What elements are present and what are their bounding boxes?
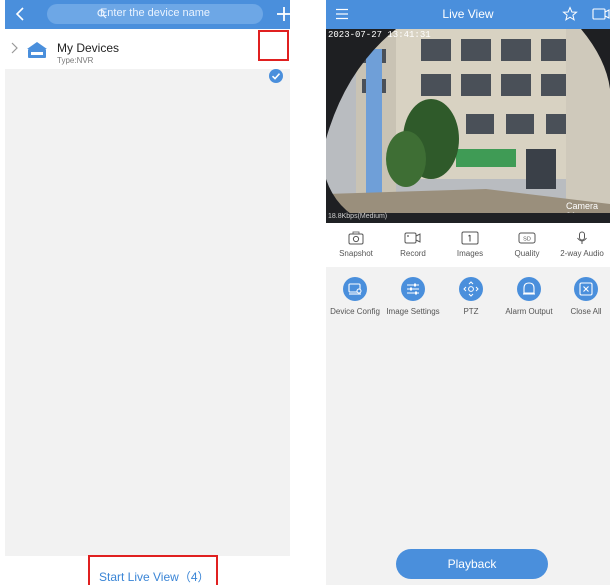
top-bar: Live View xyxy=(326,0,610,29)
images-button[interactable]: Images xyxy=(442,231,498,258)
images-icon xyxy=(461,231,479,245)
sd-quality-icon: SD xyxy=(518,232,536,244)
sliders-icon xyxy=(407,283,419,295)
select-check-icon[interactable] xyxy=(269,69,283,83)
search-input[interactable]: Enter the device name xyxy=(47,4,263,24)
image-settings-label: Image Settings xyxy=(386,307,440,316)
highlight-box-select xyxy=(258,30,289,61)
snapshot-label: Snapshot xyxy=(339,249,373,258)
playback-button[interactable]: Playback xyxy=(396,549,548,579)
camera-switch-icon[interactable] xyxy=(592,6,610,22)
chevron-right-icon[interactable] xyxy=(9,42,19,54)
bitrate-bar: 18.8Kbps(Medium) xyxy=(326,213,610,223)
ptz-label: PTZ xyxy=(463,307,479,316)
nvr-device-icon xyxy=(27,42,47,58)
snapshot-button[interactable]: Snapshot xyxy=(328,231,384,258)
alarm-output-label: Alarm Output xyxy=(505,307,553,316)
alarm-output-button[interactable]: Alarm Output xyxy=(500,277,558,316)
alarm-bell-icon xyxy=(523,282,535,295)
device-list-screen: Enter the device name My Devices Type:NV… xyxy=(5,0,293,585)
function-row: Device Config Image Settings PTZ Alarm O… xyxy=(326,277,610,327)
start-live-view-button[interactable]: Start Live View（4） xyxy=(99,568,210,585)
close-all-icon xyxy=(579,282,593,296)
quality-label: Quality xyxy=(514,249,540,258)
device-config-icon xyxy=(348,283,362,295)
back-arrow-icon[interactable] xyxy=(13,6,29,22)
search-placeholder: Enter the device name xyxy=(99,7,211,19)
add-device-icon[interactable] xyxy=(275,5,293,23)
two-way-audio-button[interactable]: 2-way Audio xyxy=(554,231,610,258)
live-view-screen: Live View 2023-07-27 13:41:31 Camera 18.… xyxy=(326,0,610,585)
images-label: Images xyxy=(456,249,484,258)
video-record-icon xyxy=(404,232,421,244)
camera-scene-image xyxy=(326,29,610,223)
two-way-audio-label: 2-way Audio xyxy=(560,249,604,258)
image-settings-button[interactable]: Image Settings xyxy=(384,277,442,316)
top-bar: Enter the device name xyxy=(5,0,293,29)
device-group-row[interactable]: My Devices Type:NVR xyxy=(5,29,290,83)
ptz-button[interactable]: PTZ xyxy=(442,277,500,316)
close-all-label: Close All xyxy=(570,307,602,316)
live-toolbar: Snapshot Record Images SD Quality 2-way … xyxy=(326,223,610,267)
star-icon[interactable] xyxy=(562,6,578,22)
camera-icon xyxy=(348,231,364,245)
device-config-label: Device Config xyxy=(330,307,380,316)
svg-text:SD: SD xyxy=(523,237,531,243)
device-type: Type:NVR xyxy=(57,56,94,65)
close-all-button[interactable]: Close All xyxy=(557,277,610,316)
device-name: My Devices xyxy=(57,41,120,55)
ptz-icon xyxy=(463,281,479,297)
microphone-icon xyxy=(577,231,587,244)
device-config-button[interactable]: Device Config xyxy=(326,277,384,316)
osd-timestamp: 2023-07-27 13:41:31 xyxy=(328,30,431,40)
record-button[interactable]: Record xyxy=(385,231,441,258)
quality-button[interactable]: SD Quality xyxy=(499,231,555,258)
bitrate-label: 18.8Kbps(Medium) xyxy=(328,213,388,220)
live-video-feed[interactable]: 2023-07-27 13:41:31 Camera 01 18.8Kbps(M… xyxy=(326,29,610,223)
record-label: Record xyxy=(400,249,426,258)
